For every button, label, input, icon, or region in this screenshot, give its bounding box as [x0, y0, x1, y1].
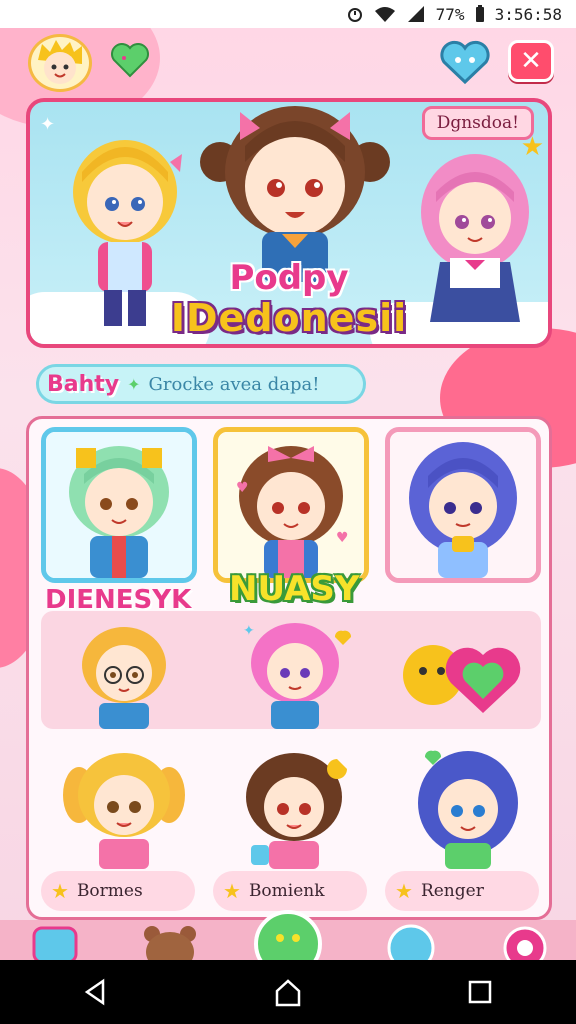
- nav-home-icon[interactable]: [30, 920, 80, 960]
- sparkle-icon: ✦: [127, 374, 141, 394]
- section-tag: Bahty: [47, 371, 120, 397]
- chibi-brunette-girl: [200, 106, 390, 282]
- banner-tag: Dgnsdoa!: [421, 106, 534, 140]
- banner-title-line2: IDedonesii: [170, 296, 408, 340]
- wifi-icon: [374, 5, 396, 23]
- game-screen: ✕ Dgnsdoa! ★ ✦ Podpy IDedonesii Bahty ✦ …: [0, 28, 576, 960]
- star-icon: ★: [223, 879, 241, 903]
- panel-label-center: NUASY: [229, 569, 360, 609]
- status-bar: 77% 3:56:58: [0, 0, 576, 28]
- signal-icon: [406, 5, 426, 23]
- close-icon: ✕: [520, 46, 542, 76]
- name-pill-1[interactable]: ★ Bormes: [41, 871, 195, 911]
- chibi-glasses-boy[interactable]: [69, 619, 179, 729]
- top-bar: ✕: [0, 28, 576, 98]
- section-header: Bahty ✦ Grocke avea dapa!: [36, 364, 366, 404]
- sparkle-icon: ✦: [40, 114, 56, 135]
- svg-text:♥: ♥: [336, 530, 349, 546]
- svg-text:✦: ✦: [243, 623, 255, 639]
- avatar-face-icon[interactable]: [28, 34, 92, 92]
- svg-text:♥: ♥: [236, 480, 249, 496]
- featured-banner[interactable]: Dgnsdoa! ★ ✦ Podpy IDedonesii: [26, 98, 552, 348]
- system-nav-bar: [0, 960, 576, 1024]
- bottom-nav: [0, 910, 576, 960]
- name-pill-label: Bormes: [76, 881, 143, 901]
- recents-icon[interactable]: [465, 977, 495, 1007]
- nav-play-icon[interactable]: [252, 908, 324, 960]
- banner-title-line1: Podpy: [229, 258, 349, 298]
- name-pill-label: Bomienk: [248, 881, 325, 901]
- name-pill-2[interactable]: ★ Bomienk: [213, 871, 367, 911]
- chibi-blue-hair[interactable]: [403, 745, 533, 869]
- chibi-brown-bob[interactable]: [229, 745, 359, 869]
- clock-text: 3:56:58: [494, 4, 562, 24]
- heart-badge-icon[interactable]: [399, 629, 529, 719]
- chibi-pink-hair[interactable]: ✦: [235, 615, 365, 729]
- section-subtitle: Grocke avea dapa!: [148, 373, 320, 395]
- battery-text: 77%: [435, 4, 465, 24]
- nav-shop-icon[interactable]: [384, 920, 438, 960]
- close-button[interactable]: ✕: [508, 40, 554, 82]
- chibi-blonde-pigtails[interactable]: [59, 745, 189, 869]
- name-pill-3[interactable]: ★ Renger: [385, 871, 539, 911]
- nav-bear-icon[interactable]: [140, 920, 200, 960]
- alarm-icon: [346, 5, 364, 23]
- star-icon: ★: [51, 879, 69, 903]
- green-heart-icon[interactable]: [110, 40, 150, 80]
- back-icon[interactable]: [81, 977, 111, 1007]
- character-card-brown[interactable]: ♥ ♥: [213, 427, 369, 583]
- character-card-violet[interactable]: [385, 427, 541, 583]
- nav-settings-icon[interactable]: [500, 920, 550, 960]
- character-grid-panel: ♥ ♥ DIENESYK NUASY ✦ ★ Bormes ★ Bomienk …: [26, 416, 552, 920]
- star-icon: ★: [395, 879, 413, 903]
- character-card-mint[interactable]: [41, 427, 197, 583]
- name-pill-label: Renger: [420, 881, 484, 901]
- battery-icon: [475, 5, 485, 23]
- blue-heart-icon[interactable]: [440, 40, 490, 86]
- home-icon[interactable]: [273, 977, 303, 1007]
